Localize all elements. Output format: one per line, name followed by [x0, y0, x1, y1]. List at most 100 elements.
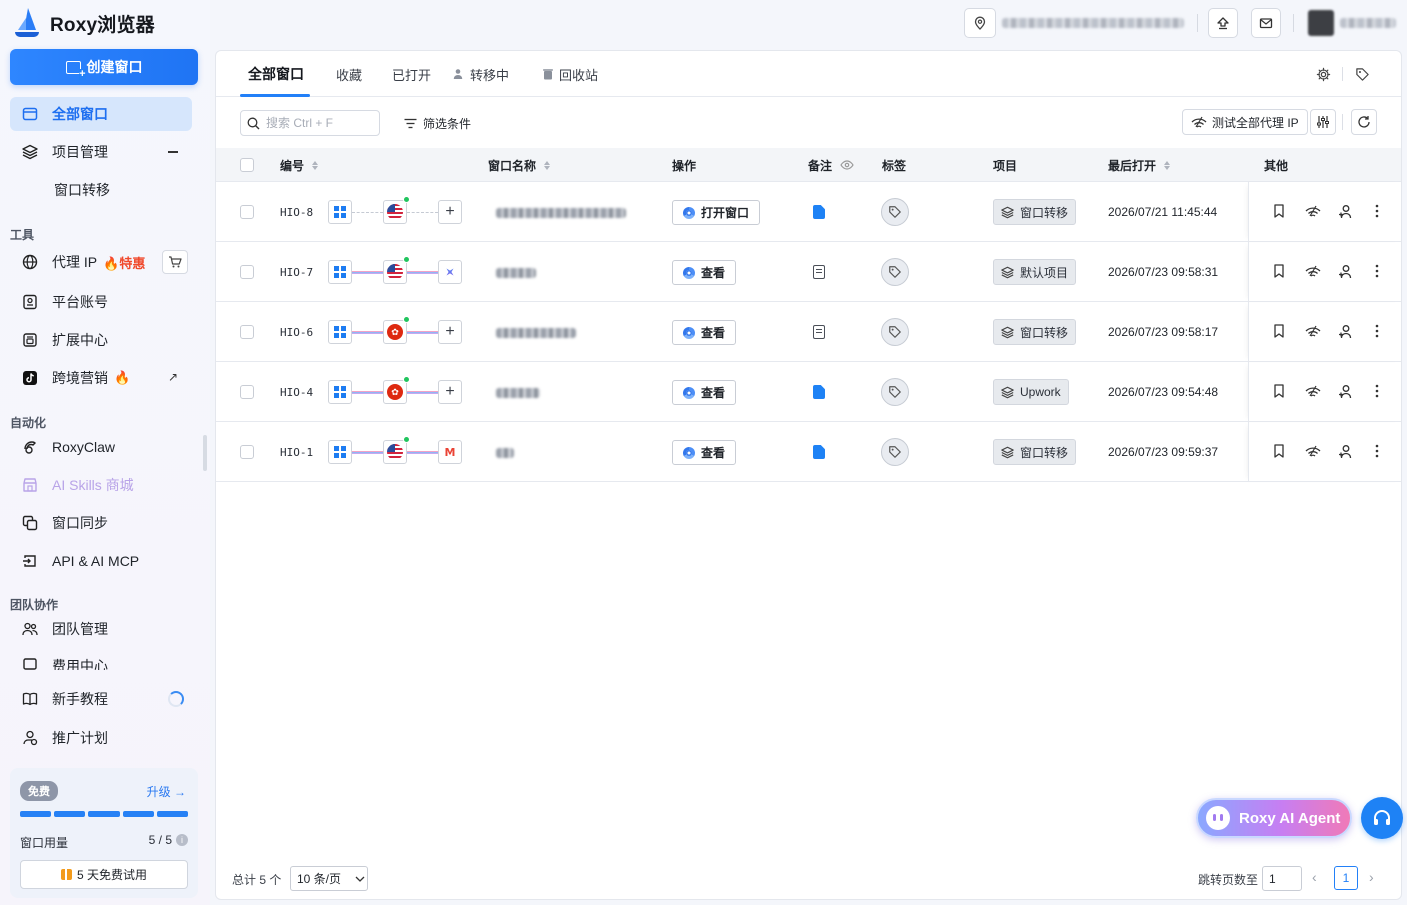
os-windows-badge[interactable]: [328, 200, 352, 224]
tab-favorites[interactable]: 收藏: [336, 51, 362, 97]
bookmark-button[interactable]: [1271, 203, 1287, 219]
platform-badge[interactable]: +: [438, 380, 462, 404]
note-cell[interactable]: [813, 325, 825, 339]
upgrade-link[interactable]: 升级 →: [147, 783, 186, 800]
collapse-icon[interactable]: [168, 151, 178, 153]
refresh-button[interactable]: [1351, 109, 1377, 135]
tab-transferring[interactable]: 转移中: [453, 51, 509, 97]
proxy-country-badge[interactable]: ✿: [383, 380, 407, 404]
transfer-user-button[interactable]: [1337, 263, 1353, 279]
more-actions-button[interactable]: [1369, 263, 1385, 279]
row-checkbox[interactable]: [240, 302, 254, 362]
add-tag-button[interactable]: [881, 198, 909, 226]
open-window-button[interactable]: 查看: [672, 440, 737, 465]
sidebar-item-window-sync[interactable]: 窗口同步: [10, 506, 192, 540]
proxy-country-badge[interactable]: ✿: [383, 320, 407, 344]
add-tag-button[interactable]: [881, 318, 909, 346]
note-cell[interactable]: [813, 385, 825, 399]
proxy-country-badge[interactable]: [383, 200, 407, 224]
sidebar-item-platform-account[interactable]: 平台账号: [10, 285, 192, 319]
sidebar-item-all-windows[interactable]: 全部窗口: [10, 97, 192, 131]
sidebar-item-team-mgmt[interactable]: 团队管理: [10, 612, 192, 646]
transfer-user-button[interactable]: [1337, 383, 1353, 399]
ai-agent-button[interactable]: Roxy AI Agent: [1196, 798, 1352, 838]
sidebar-item-project-mgmt[interactable]: 项目管理: [10, 135, 192, 169]
note-document-icon[interactable]: [813, 385, 825, 399]
table-row[interactable]: HIO-1 M 查看 窗口转移 2026/07/23 09:59:37: [216, 422, 1401, 482]
project-chip[interactable]: 默认项目: [993, 259, 1077, 285]
sidebar-scrollbar[interactable]: [203, 435, 207, 471]
sidebar-item-referral[interactable]: 推广计划: [10, 721, 192, 755]
more-actions-button[interactable]: [1369, 203, 1385, 219]
tag-manage-button[interactable]: [1353, 65, 1371, 83]
note-document-icon[interactable]: [813, 205, 825, 219]
location-button[interactable]: [964, 8, 996, 38]
os-windows-badge[interactable]: [328, 380, 352, 404]
os-windows-badge[interactable]: [328, 440, 352, 464]
filter-button[interactable]: 筛选条件: [404, 115, 471, 132]
sort-icon[interactable]: [312, 160, 319, 170]
settings-button[interactable]: [1314, 65, 1332, 83]
proxy-test-button[interactable]: [1305, 323, 1321, 339]
tab-all-windows[interactable]: 全部窗口: [248, 51, 304, 97]
open-window-button[interactable]: 查看: [672, 260, 737, 285]
proxy-country-badge[interactable]: [383, 440, 407, 464]
table-row[interactable]: HIO-7 查看 默认项目 2026/07/23 09:58:31: [216, 242, 1401, 302]
free-trial-button[interactable]: 5 天免费试用: [20, 860, 188, 889]
column-settings-button[interactable]: [1310, 109, 1336, 135]
proxy-test-button[interactable]: [1305, 383, 1321, 399]
open-window-button[interactable]: 查看: [672, 380, 737, 405]
column-header-name[interactable]: 窗口名称: [488, 148, 551, 182]
page-size-select[interactable]: 10 条/页: [290, 866, 368, 891]
more-actions-button[interactable]: [1369, 323, 1385, 339]
bookmark-button[interactable]: [1271, 443, 1287, 459]
note-document-icon[interactable]: [813, 445, 825, 459]
proxy-test-button[interactable]: [1305, 263, 1321, 279]
os-windows-badge[interactable]: [328, 320, 352, 344]
transfer-user-button[interactable]: [1337, 443, 1353, 459]
project-chip[interactable]: 窗口转移: [993, 439, 1077, 465]
add-tag-button[interactable]: [881, 438, 909, 466]
platform-badge[interactable]: [438, 260, 462, 284]
note-cell[interactable]: [813, 445, 825, 459]
note-cell[interactable]: [813, 265, 825, 279]
sidebar-item-proxy-ip[interactable]: 代理 IP 🔥特惠: [10, 245, 192, 279]
eye-icon[interactable]: [840, 160, 854, 170]
open-window-button[interactable]: 打开窗口: [672, 200, 761, 225]
bookmark-button[interactable]: [1271, 383, 1287, 399]
redacted-window-name[interactable]: [496, 388, 540, 398]
note-edit-icon[interactable]: [813, 265, 825, 279]
project-chip[interactable]: Upwork: [993, 379, 1069, 405]
table-row[interactable]: HIO-6 ✿ + 查看 窗口转移 2026/07/23 09:58:17: [216, 302, 1401, 362]
sidebar-item-api-mcp[interactable]: API & AI MCP: [10, 544, 192, 578]
more-actions-button[interactable]: [1369, 443, 1385, 459]
proxy-test-button[interactable]: [1305, 203, 1321, 219]
tab-recycle-bin[interactable]: 回收站: [542, 51, 598, 97]
redacted-window-name[interactable]: [496, 448, 514, 458]
sidebar-item-cross-border[interactable]: 跨境营销 🔥 ↗: [10, 361, 192, 395]
user-avatar[interactable]: [1308, 10, 1334, 36]
add-tag-button[interactable]: [881, 378, 909, 406]
page-number-current[interactable]: 1: [1334, 866, 1358, 890]
note-edit-icon[interactable]: [813, 325, 825, 339]
sort-icon[interactable]: [544, 160, 551, 170]
support-button[interactable]: [1361, 797, 1403, 839]
row-checkbox[interactable]: [240, 422, 254, 482]
note-cell[interactable]: [813, 205, 825, 219]
sidebar-item-ai-skills[interactable]: AI Skills 商城: [10, 468, 192, 502]
project-chip[interactable]: 窗口转移: [993, 319, 1077, 345]
open-window-button[interactable]: 查看: [672, 320, 737, 345]
bookmark-button[interactable]: [1271, 323, 1287, 339]
test-all-proxy-button[interactable]: 测试全部代理 IP: [1182, 109, 1308, 135]
column-header-code[interactable]: 编号: [280, 148, 319, 182]
sidebar-item-extension-center[interactable]: 扩展中心: [10, 323, 192, 357]
redacted-username[interactable]: [1340, 18, 1396, 28]
search-input[interactable]: [266, 116, 366, 130]
upload-button[interactable]: [1208, 8, 1238, 38]
platform-badge[interactable]: +: [438, 320, 462, 344]
transfer-user-button[interactable]: [1337, 203, 1353, 219]
sidebar-item-billing[interactable]: 费用中心: [10, 650, 192, 670]
prev-page-icon[interactable]: ‹: [1312, 869, 1317, 885]
row-checkbox[interactable]: [240, 242, 254, 302]
add-tag-button[interactable]: [881, 258, 909, 286]
